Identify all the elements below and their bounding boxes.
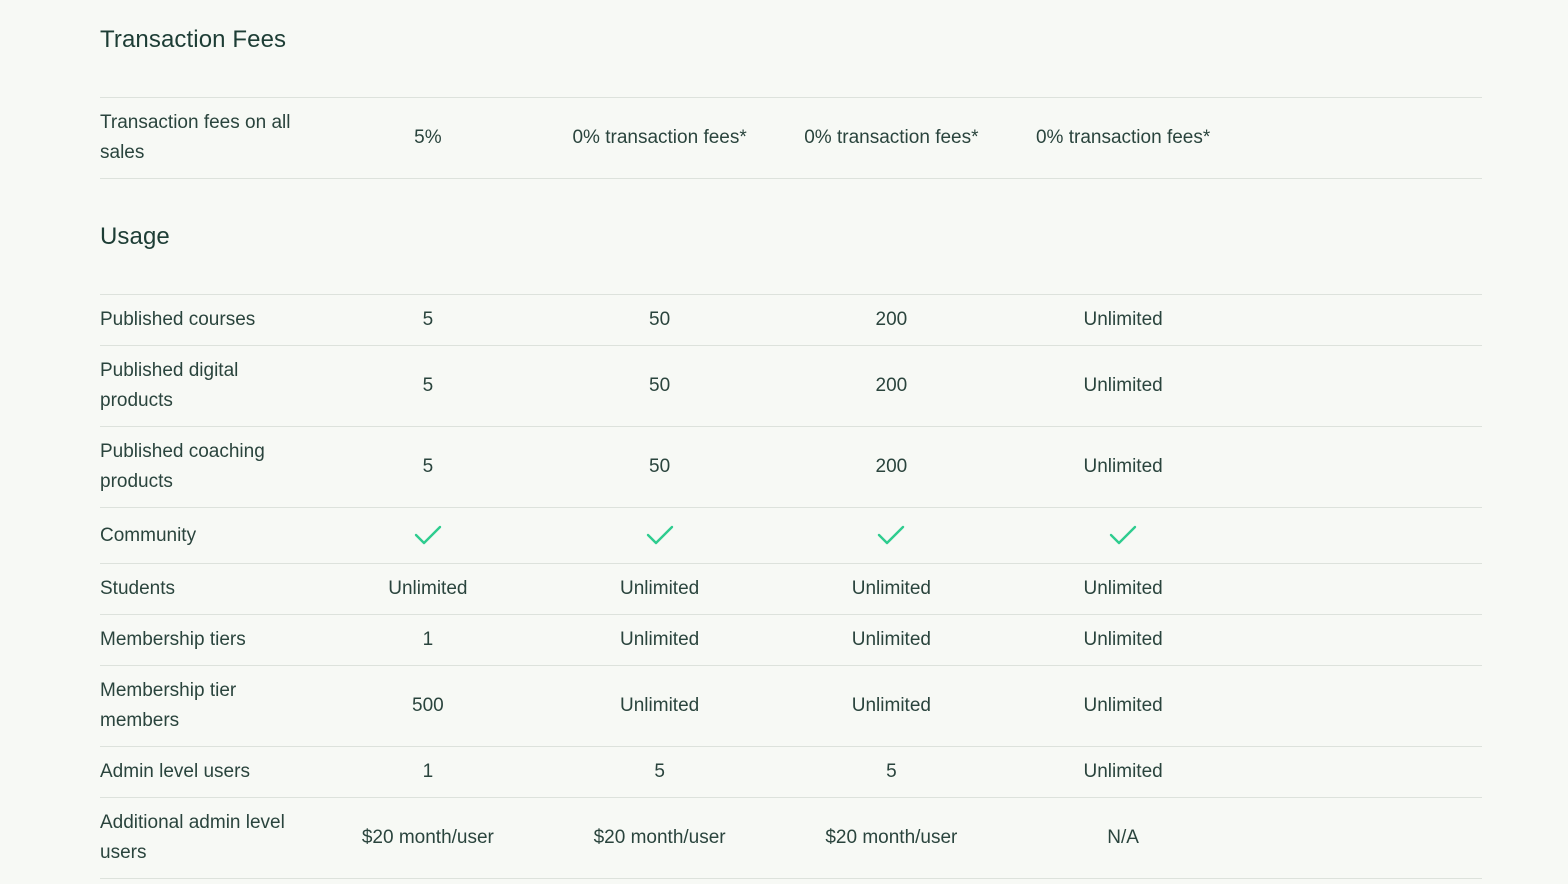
table-row-published-digital-products: Published digital products 5 50 200 Unli… bbox=[100, 345, 1482, 427]
plan-3-value: 200 bbox=[875, 309, 908, 330]
plan-3-value: 200 bbox=[875, 456, 908, 477]
plan-2-value: Unlimited bbox=[620, 629, 700, 650]
table-row-students: Students Unlimited Unlimited Unlimited U… bbox=[100, 563, 1482, 615]
plan-1-value: Unlimited bbox=[388, 578, 468, 599]
row-label: Published courses bbox=[100, 309, 256, 330]
plan-4-value: Unlimited bbox=[1083, 578, 1163, 599]
plan-2-value: 5 bbox=[654, 761, 665, 782]
plan-2-value: 50 bbox=[649, 456, 671, 477]
plan-4-value: Unlimited bbox=[1083, 695, 1163, 716]
row-label: Admin level users bbox=[100, 761, 250, 782]
row-label: Membership tier members bbox=[100, 680, 237, 731]
row-label: Published digital products bbox=[100, 360, 239, 411]
table-row-transaction-fees: Transaction fees on all sales 5% 0% tran… bbox=[100, 97, 1482, 179]
plan-1-value: 5 bbox=[422, 309, 434, 330]
section-title-usage: Usage bbox=[100, 223, 170, 250]
plan-4-value: Unlimited bbox=[1083, 761, 1163, 782]
table-row-membership-tier-members: Membership tier members 500 Unlimited Un… bbox=[100, 665, 1482, 747]
plan-2-value: 0% transaction fees* bbox=[572, 127, 747, 148]
plan-2-value: 50 bbox=[649, 309, 671, 330]
section-title-transaction-fees: Transaction Fees bbox=[100, 26, 287, 53]
plan-4-value: Unlimited bbox=[1083, 309, 1163, 330]
check-icon bbox=[877, 524, 905, 546]
table-row-membership-tiers: Membership tiers 1 Unlimited Unlimited U… bbox=[100, 614, 1482, 666]
plan-1-value: 5 bbox=[422, 456, 434, 477]
plan-2-value bbox=[544, 508, 776, 564]
row-label: Community bbox=[100, 524, 197, 546]
plan-4-value: 0% transaction fees* bbox=[1035, 127, 1211, 148]
plan-4-value: Unlimited bbox=[1083, 629, 1163, 650]
plan-4-value bbox=[1007, 508, 1239, 564]
plan-4-value: Unlimited bbox=[1083, 456, 1163, 477]
row-label: Published coaching products bbox=[100, 441, 265, 492]
check-icon bbox=[646, 524, 674, 546]
plan-3-value bbox=[776, 508, 1008, 564]
row-label: Additional admin level users bbox=[100, 812, 285, 863]
plan-3-value: 200 bbox=[875, 375, 908, 396]
table-row-published-courses: Published courses 5 50 200 Unlimited bbox=[100, 294, 1482, 346]
plan-1-value bbox=[312, 508, 544, 564]
plan-2-value: Unlimited bbox=[620, 695, 700, 716]
table-row-published-coaching-products: Published coaching products 5 50 200 Unl… bbox=[100, 426, 1482, 508]
table-row-community: Community bbox=[100, 507, 1482, 564]
plan-4-value: N/A bbox=[1107, 827, 1139, 848]
plan-3-value: Unlimited bbox=[851, 578, 931, 599]
plan-3-value: Unlimited bbox=[851, 695, 931, 716]
plan-3-value: Unlimited bbox=[851, 629, 931, 650]
table-row-additional-admin-level-users: Additional admin level users $20 month/u… bbox=[100, 797, 1482, 879]
plan-2-value: $20 month/user bbox=[593, 827, 726, 848]
plan-3-value: $20 month/user bbox=[825, 827, 958, 848]
plan-1-value: 5% bbox=[414, 127, 442, 148]
check-icon bbox=[414, 524, 442, 546]
plan-3-value: 0% transaction fees* bbox=[804, 127, 979, 148]
row-label: Transaction fees on all sales bbox=[100, 112, 291, 163]
plan-1-value: 500 bbox=[412, 695, 444, 716]
transaction-fees-table: Transaction fees on all sales 5% 0% tran… bbox=[100, 97, 1482, 179]
plan-1-value: 5 bbox=[422, 375, 434, 396]
usage-table: Published courses 5 50 200 Unlimited Pub… bbox=[100, 294, 1482, 879]
plan-1-value: $20 month/user bbox=[361, 827, 494, 848]
plan-4-value: Unlimited bbox=[1083, 375, 1163, 396]
table-row-admin-level-users: Admin level users 1 5 5 Unlimited bbox=[100, 746, 1482, 798]
plan-1-value: 1 bbox=[422, 629, 434, 650]
plan-2-value: Unlimited bbox=[620, 578, 700, 599]
row-label: Membership tiers bbox=[100, 629, 246, 650]
row-label: Students bbox=[100, 578, 175, 599]
plan-1-value: 1 bbox=[422, 761, 434, 782]
plan-2-value: 50 bbox=[649, 375, 671, 396]
plan-3-value: 5 bbox=[886, 761, 897, 782]
check-icon bbox=[1109, 524, 1137, 546]
